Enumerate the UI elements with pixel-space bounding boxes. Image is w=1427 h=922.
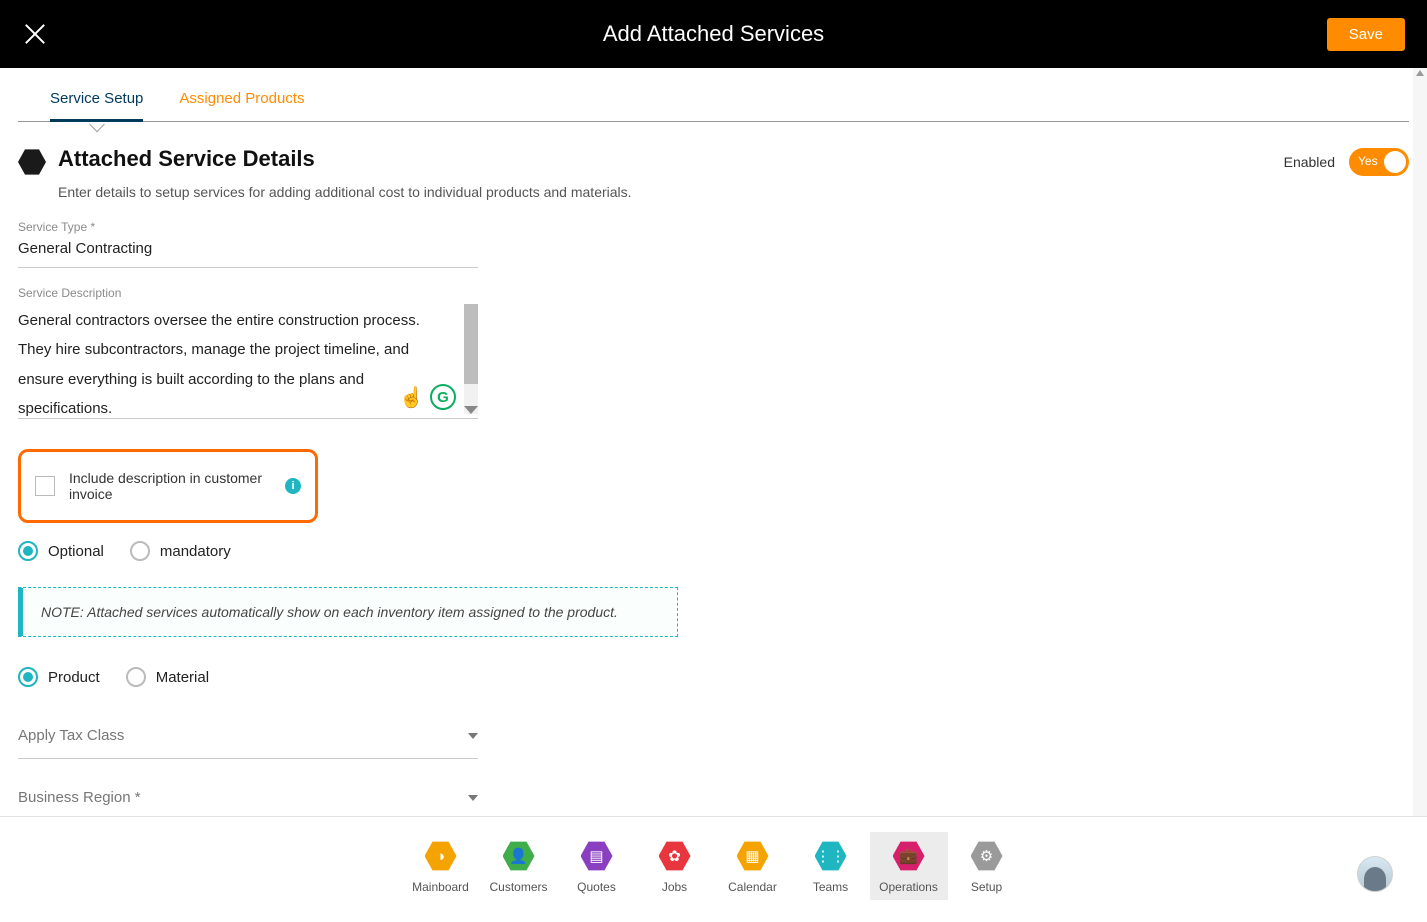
- operations-icon: 💼: [893, 840, 925, 872]
- grammarly-icon[interactable]: G: [430, 384, 456, 410]
- radio-icon: [18, 541, 38, 561]
- field-service-type: Service Type * General Contracting: [18, 220, 478, 268]
- radio-product-label: Product: [48, 669, 100, 686]
- nav-operations-label: Operations: [870, 880, 948, 894]
- nav-operations[interactable]: 💼 Operations: [870, 832, 948, 900]
- radio-material-label: Material: [156, 669, 209, 686]
- toggle-yes-text: Yes: [1358, 154, 1378, 168]
- nav-mainboard-label: Mainboard: [402, 880, 480, 894]
- setup-icon: ⚙: [971, 840, 1003, 872]
- service-type-input[interactable]: General Contracting: [18, 234, 478, 268]
- note-box: NOTE: Attached services automatically sh…: [18, 587, 678, 637]
- nav-setup-label: Setup: [948, 880, 1026, 894]
- close-icon[interactable]: [22, 21, 48, 47]
- tax-class-placeholder: Apply Tax Class: [18, 727, 124, 744]
- include-description-label: Include description in customer invoice: [69, 470, 271, 502]
- scrollbar-thumb[interactable]: [464, 304, 478, 384]
- quotes-icon: ▤: [581, 840, 613, 872]
- radio-material[interactable]: Material: [126, 667, 209, 687]
- description-inline-icons: ☝️ G: [399, 384, 456, 410]
- business-region-select[interactable]: Business Region *: [18, 775, 478, 816]
- radio-icon: [130, 541, 150, 561]
- modal-title: Add Attached Services: [603, 21, 824, 47]
- form-body: Service Setup Assigned Products Attached…: [0, 68, 1427, 816]
- toggle-knob: [1384, 151, 1406, 173]
- nav-jobs[interactable]: ✿ Jobs: [636, 832, 714, 900]
- nav-jobs-label: Jobs: [636, 880, 714, 894]
- business-region-placeholder: Business Region *: [18, 789, 141, 806]
- field-service-description: Service Description General contractors …: [18, 286, 478, 419]
- mainboard-icon: ◑: [425, 840, 457, 872]
- scrollbar-down-icon[interactable]: [464, 406, 478, 414]
- enabled-toggle-wrap: Enabled Yes: [1284, 148, 1409, 176]
- radio-mandatory[interactable]: mandatory: [130, 541, 231, 561]
- radio-icon: [126, 667, 146, 687]
- calendar-icon: ▦: [737, 840, 769, 872]
- nav-customers-label: Customers: [480, 880, 558, 894]
- save-button[interactable]: Save: [1327, 18, 1405, 51]
- nav-customers[interactable]: 👤 Customers: [480, 832, 558, 900]
- description-scrollbar[interactable]: [464, 304, 478, 414]
- hexagon-icon: [18, 148, 46, 176]
- radio-icon: [18, 667, 38, 687]
- nav-mainboard[interactable]: ◑ Mainboard: [402, 832, 480, 900]
- chevron-down-icon: [468, 795, 478, 801]
- nav-calendar[interactable]: ▦ Calendar: [714, 832, 792, 900]
- radio-product[interactable]: Product: [18, 667, 100, 687]
- modal-header: Add Attached Services Save: [0, 0, 1427, 68]
- enabled-toggle[interactable]: Yes: [1349, 148, 1409, 176]
- nav-setup[interactable]: ⚙ Setup: [948, 832, 1026, 900]
- bottom-nav: ◑ Mainboard 👤 Customers ▤ Quotes ✿ Jobs …: [0, 816, 1427, 900]
- section-header: Attached Service Details Enabled Yes: [18, 146, 1409, 176]
- nav-calendar-label: Calendar: [714, 880, 792, 894]
- nav-teams-label: Teams: [792, 880, 870, 894]
- jobs-icon: ✿: [659, 840, 691, 872]
- requirement-radio-group: Optional mandatory: [18, 541, 478, 561]
- service-description-box: General contractors oversee the entire c…: [18, 300, 478, 419]
- nav-quotes-label: Quotes: [558, 880, 636, 894]
- teams-icon: ⋮⋮: [815, 840, 847, 872]
- tabs: Service Setup Assigned Products: [18, 90, 1409, 122]
- info-icon[interactable]: i: [285, 478, 301, 494]
- tab-service-setup[interactable]: Service Setup: [50, 90, 143, 121]
- tax-class-select[interactable]: Apply Tax Class: [18, 713, 478, 759]
- nav-quotes[interactable]: ▤ Quotes: [558, 832, 636, 900]
- section-subtitle: Enter details to setup services for addi…: [58, 184, 1409, 200]
- pointing-hand-icon: ☝️: [399, 385, 424, 410]
- service-description-label: Service Description: [18, 286, 478, 300]
- enabled-label: Enabled: [1284, 154, 1335, 170]
- tab-assigned-products[interactable]: Assigned Products: [179, 90, 304, 121]
- user-avatar[interactable]: [1357, 856, 1393, 892]
- include-description-checkbox[interactable]: [35, 476, 55, 496]
- chevron-down-icon: [468, 733, 478, 739]
- customers-icon: 👤: [503, 840, 535, 872]
- form-area: Service Type * General Contracting Servi…: [18, 220, 478, 561]
- type-radio-group: Product Material: [18, 667, 1409, 687]
- service-type-label: Service Type *: [18, 220, 478, 234]
- section-title: Attached Service Details: [58, 146, 315, 172]
- radio-optional[interactable]: Optional: [18, 541, 104, 561]
- radio-mandatory-label: mandatory: [160, 543, 231, 560]
- radio-optional-label: Optional: [48, 543, 104, 560]
- include-description-highlight: Include description in customer invoice …: [18, 449, 318, 523]
- nav-teams[interactable]: ⋮⋮ Teams: [792, 832, 870, 900]
